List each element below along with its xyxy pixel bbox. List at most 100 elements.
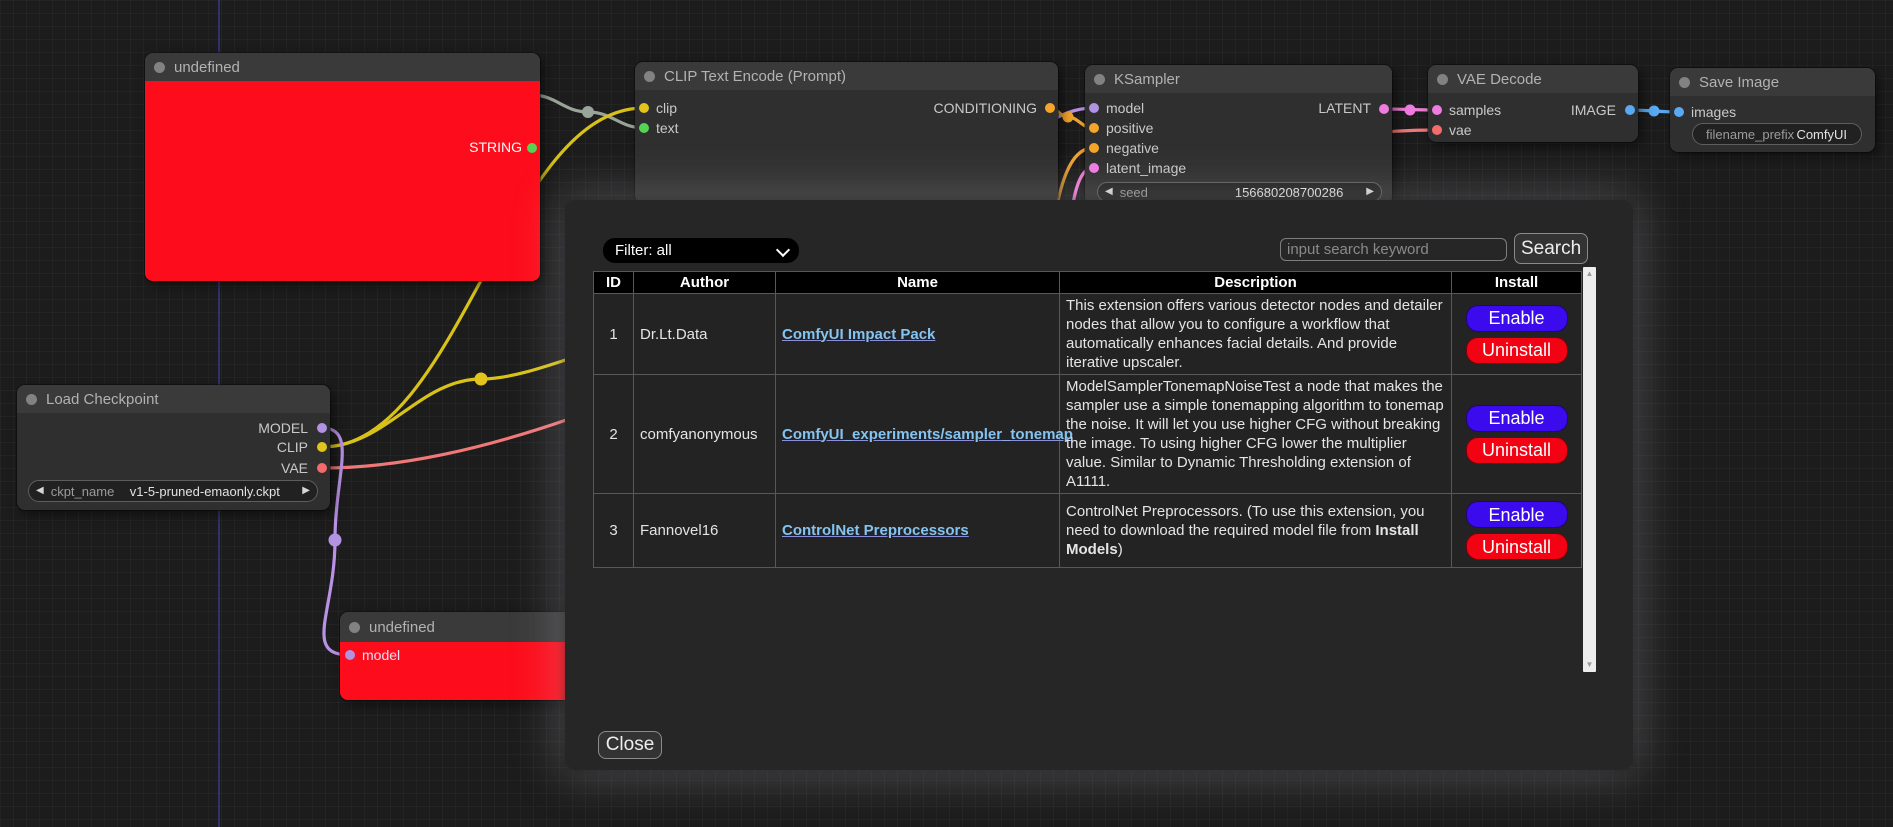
port-label-clip: CLIP: [277, 440, 308, 455]
column-header-description: Description: [1060, 272, 1452, 294]
column-header-name: Name: [776, 272, 1060, 294]
extension-description: ModelSamplerTonemapNoiseTest a node that…: [1060, 375, 1452, 494]
node-header[interactable]: CLIP Text Encode (Prompt): [635, 62, 1058, 90]
filename-prefix-label: filename_prefix: [1693, 127, 1794, 142]
filename-prefix-value[interactable]: ComfyUI: [1796, 127, 1861, 142]
extension-link[interactable]: ComfyUI_experiments/sampler_tonemap: [782, 426, 1073, 443]
extension-install-cell: Enable Uninstall: [1452, 494, 1582, 568]
increment-icon[interactable]: ▶: [1359, 187, 1381, 197]
seed-widget-label: seed: [1120, 185, 1148, 200]
node-save-image[interactable]: Save Image images filename_prefix ComfyU…: [1670, 68, 1875, 152]
extension-name: ComfyUI Impact Pack: [776, 294, 1060, 375]
extension-author: Fannovel16: [634, 494, 776, 568]
port-clip-input[interactable]: [639, 103, 649, 113]
port-label-model: model: [362, 648, 400, 663]
search-button[interactable]: Search: [1514, 233, 1588, 264]
close-button[interactable]: Close: [598, 731, 662, 759]
port-text-input[interactable]: [639, 123, 649, 133]
scrollbar[interactable]: ▲ ▼: [1583, 267, 1596, 672]
previous-checkpoint-icon[interactable]: ◀: [29, 486, 51, 496]
port-latent-output[interactable]: [1379, 104, 1389, 114]
port-vae-output[interactable]: [317, 463, 327, 473]
seed-widget[interactable]: ◀ seed 156680208700286 ▶: [1097, 182, 1382, 202]
port-image-output[interactable]: [1625, 105, 1635, 115]
column-header-author: Author: [634, 272, 776, 294]
search-input[interactable]: [1280, 238, 1507, 261]
port-model-output[interactable]: [317, 423, 327, 433]
port-negative-input[interactable]: [1089, 143, 1099, 153]
port-images-input[interactable]: [1674, 107, 1684, 117]
extension-install-cell: Enable Uninstall: [1452, 294, 1582, 375]
port-label-samples: samples: [1449, 103, 1501, 118]
node-title: undefined: [174, 59, 240, 76]
node-header[interactable]: Load Checkpoint: [17, 385, 330, 413]
link-dot-model: [329, 534, 342, 547]
extension-row: 2comfyanonymousComfyUI_experiments/sampl…: [594, 375, 1582, 494]
node-collapse-dot-icon[interactable]: [1679, 77, 1690, 88]
port-conditioning-output[interactable]: [1045, 103, 1055, 113]
port-label-image: IMAGE: [1571, 103, 1616, 118]
port-clip-output[interactable]: [317, 442, 327, 452]
column-header-install: Install: [1452, 272, 1582, 294]
enable-button[interactable]: Enable: [1466, 405, 1568, 432]
node-vae-decode[interactable]: VAE Decode samples vae IMAGE: [1428, 65, 1638, 142]
node-load-checkpoint[interactable]: Load Checkpoint MODEL CLIP VAE ◀ ckpt_na…: [17, 385, 330, 510]
uninstall-button[interactable]: Uninstall: [1466, 337, 1568, 364]
extension-name: ComfyUI_experiments/sampler_tonemap: [776, 375, 1060, 494]
link-dot-clip: [475, 373, 488, 386]
ckpt-name-widget[interactable]: ◀ ckpt_name v1-5-pruned-emaonly.ckpt ▶: [28, 480, 318, 502]
node-undefined-top[interactable]: undefined STRING: [145, 53, 540, 281]
port-label-string: STRING: [469, 140, 522, 155]
extension-install-cell: Enable Uninstall: [1452, 375, 1582, 494]
port-latent-image-input[interactable]: [1089, 163, 1099, 173]
link-dot-conditioning: [1063, 112, 1074, 123]
node-collapse-dot-icon[interactable]: [154, 62, 165, 73]
port-model-input[interactable]: [345, 650, 355, 660]
link-dot-image: [1649, 106, 1660, 117]
ckpt-name-value[interactable]: v1-5-pruned-emaonly.ckpt: [130, 484, 280, 499]
node-undefined-bottom[interactable]: undefined model: [340, 612, 602, 700]
port-label-positive: positive: [1106, 121, 1153, 136]
node-header[interactable]: VAE Decode: [1428, 65, 1638, 93]
scroll-up-icon[interactable]: ▲: [1586, 267, 1594, 281]
filter-select[interactable]: Filter: all: [603, 238, 799, 263]
node-collapse-dot-icon[interactable]: [26, 394, 37, 405]
port-vae-input[interactable]: [1432, 125, 1442, 135]
extension-link[interactable]: ComfyUI Impact Pack: [782, 326, 935, 343]
port-label-latent: LATENT: [1318, 101, 1371, 116]
node-collapse-dot-icon[interactable]: [1437, 74, 1448, 85]
node-header[interactable]: Save Image: [1670, 68, 1875, 96]
node-title: KSampler: [1114, 71, 1180, 88]
node-collapse-dot-icon[interactable]: [1094, 74, 1105, 85]
uninstall-button[interactable]: Uninstall: [1466, 533, 1568, 560]
node-header[interactable]: KSampler: [1085, 65, 1392, 93]
port-samples-input[interactable]: [1432, 105, 1442, 115]
scroll-down-icon[interactable]: ▼: [1586, 658, 1594, 672]
port-label-vae: vae: [1449, 123, 1472, 138]
node-title: VAE Decode: [1457, 71, 1542, 88]
link-dot-latent: [1405, 105, 1416, 116]
node-clip-text-encode[interactable]: CLIP Text Encode (Prompt) clip text COND…: [635, 62, 1058, 203]
port-string-output[interactable]: [527, 143, 537, 153]
extension-id: 2: [594, 375, 634, 494]
node-header[interactable]: undefined: [145, 53, 540, 81]
node-header[interactable]: undefined: [340, 612, 602, 642]
filter-select-wrap: Filter: all: [603, 238, 799, 263]
link-dot-string: [582, 106, 594, 118]
extension-link[interactable]: ControlNet Preprocessors: [782, 522, 969, 539]
node-collapse-dot-icon[interactable]: [644, 71, 655, 82]
enable-button[interactable]: Enable: [1466, 501, 1568, 528]
enable-button[interactable]: Enable: [1466, 305, 1568, 332]
port-positive-input[interactable]: [1089, 123, 1099, 133]
next-checkpoint-icon[interactable]: ▶: [295, 486, 317, 496]
node-collapse-dot-icon[interactable]: [349, 622, 360, 633]
extension-author: comfyanonymous: [634, 375, 776, 494]
node-canvas[interactable]: undefined STRING CLIP Text Encode (Promp…: [0, 0, 1893, 827]
port-model-input[interactable]: [1089, 103, 1099, 113]
filename-prefix-widget[interactable]: filename_prefix ComfyUI: [1692, 123, 1862, 145]
decrement-icon[interactable]: ◀: [1098, 187, 1120, 197]
node-ksampler[interactable]: KSampler model positive negative latent_…: [1085, 65, 1392, 205]
uninstall-button[interactable]: Uninstall: [1466, 437, 1568, 464]
node-title: Load Checkpoint: [46, 391, 159, 408]
seed-widget-value[interactable]: 156680208700286: [1235, 185, 1359, 200]
